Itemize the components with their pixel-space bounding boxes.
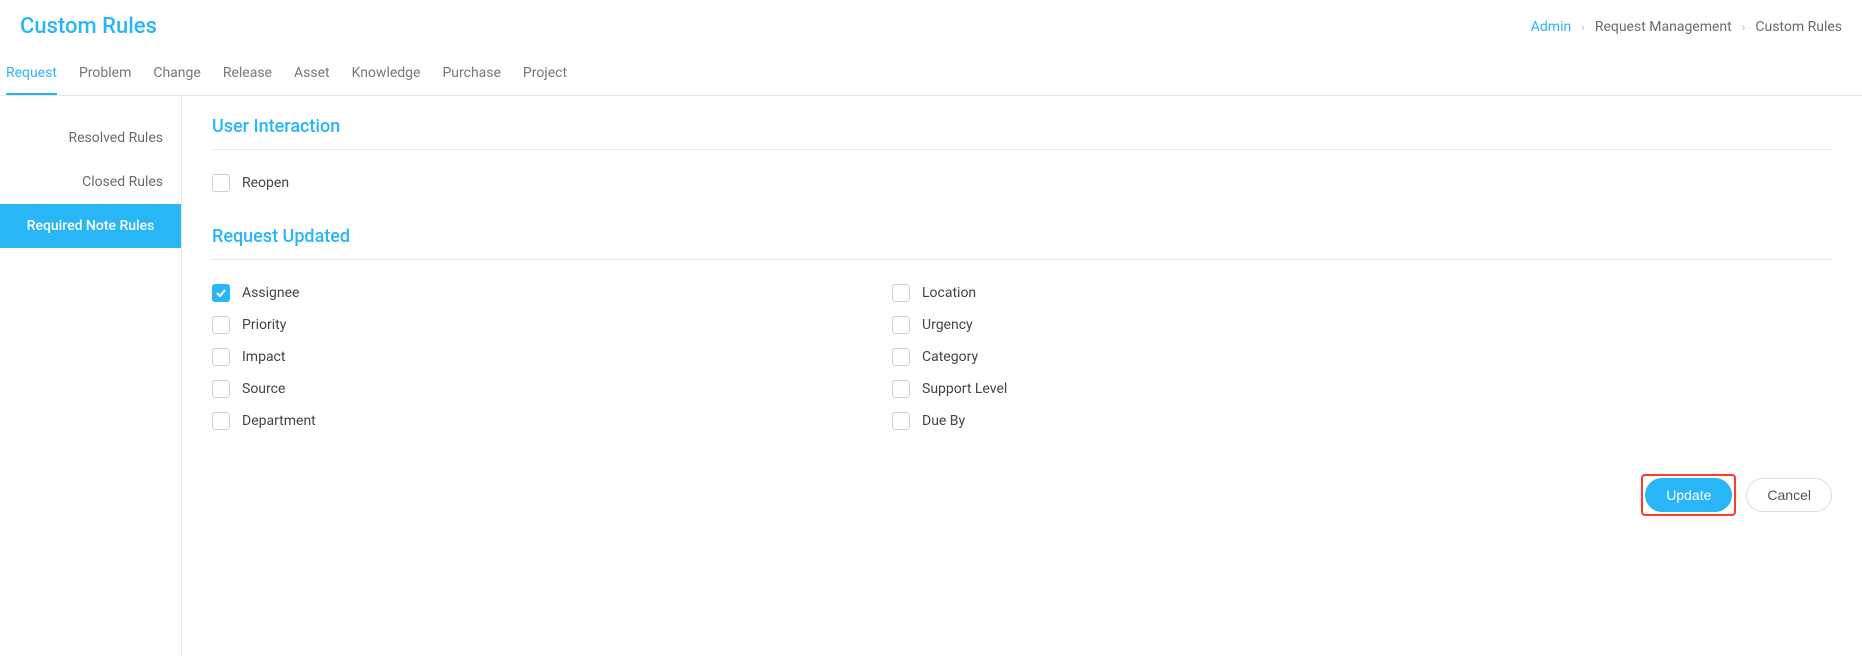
option-priority: Priority: [212, 316, 892, 334]
checkbox-reopen[interactable]: [212, 174, 230, 192]
tab-knowledge[interactable]: Knowledge: [352, 53, 421, 95]
option-label: Priority: [242, 317, 286, 333]
sidebar-item-closed-rules[interactable]: Closed Rules: [0, 160, 181, 204]
option-reopen: Reopen: [212, 174, 1832, 192]
sidebar-item-required-note-rules[interactable]: Required Note Rules: [0, 204, 181, 248]
chevron-right-icon: ›: [1742, 20, 1746, 34]
checkbox-assignee[interactable]: [212, 284, 230, 302]
divider: [212, 259, 1832, 260]
cancel-button[interactable]: Cancel: [1746, 478, 1832, 512]
checkbox-support-level[interactable]: [892, 380, 910, 398]
option-category: Category: [892, 348, 1572, 366]
tab-request[interactable]: Request: [6, 53, 57, 95]
main-layout: Resolved Rules Closed Rules Required Not…: [0, 96, 1862, 656]
checkbox-source[interactable]: [212, 380, 230, 398]
check-icon: [215, 287, 227, 299]
checkbox-urgency[interactable]: [892, 316, 910, 334]
tab-purchase[interactable]: Purchase: [442, 53, 500, 95]
breadcrumb: Admin › Request Management › Custom Rule…: [1531, 19, 1842, 35]
sidebar: Resolved Rules Closed Rules Required Not…: [0, 96, 182, 656]
section-title-user-interaction: User Interaction: [212, 116, 1832, 137]
chevron-right-icon: ›: [1581, 20, 1585, 34]
option-label: Source: [242, 381, 285, 397]
checkbox-category[interactable]: [892, 348, 910, 366]
breadcrumb-custom-rules: Custom Rules: [1755, 19, 1842, 35]
option-label: Assignee: [242, 285, 299, 301]
checkbox-department[interactable]: [212, 412, 230, 430]
checkbox-impact[interactable]: [212, 348, 230, 366]
option-urgency: Urgency: [892, 316, 1572, 334]
highlight-update: Update: [1641, 474, 1736, 516]
sidebar-item-resolved-rules[interactable]: Resolved Rules: [0, 116, 181, 160]
option-label: Due By: [922, 413, 965, 429]
option-support-level: Support Level: [892, 380, 1572, 398]
option-label: Impact: [242, 349, 285, 365]
option-department: Department: [212, 412, 892, 430]
options-grid: Assignee Priority Impact: [212, 284, 1832, 444]
tab-release[interactable]: Release: [223, 53, 272, 95]
option-label: Urgency: [922, 317, 973, 333]
tab-asset[interactable]: Asset: [294, 53, 330, 95]
option-label: Location: [922, 285, 976, 301]
divider: [212, 149, 1832, 150]
checkbox-location[interactable]: [892, 284, 910, 302]
option-location: Location: [892, 284, 1572, 302]
section-title-request-updated: Request Updated: [212, 226, 1832, 247]
tab-change[interactable]: Change: [153, 53, 200, 95]
module-tabs: Request Problem Change Release Asset Kno…: [0, 53, 1862, 96]
option-label: Category: [922, 349, 978, 365]
options-col-left: Assignee Priority Impact: [212, 284, 892, 444]
option-impact: Impact: [212, 348, 892, 366]
breadcrumb-admin[interactable]: Admin: [1531, 19, 1571, 35]
page-header: Custom Rules Admin › Request Management …: [0, 0, 1862, 53]
checkbox-priority[interactable]: [212, 316, 230, 334]
action-bar: Update Cancel: [212, 474, 1832, 516]
update-button[interactable]: Update: [1645, 478, 1732, 512]
options-col-right: Location Urgency Category: [892, 284, 1572, 444]
option-due-by: Due By: [892, 412, 1572, 430]
option-source: Source: [212, 380, 892, 398]
option-label: Reopen: [242, 175, 289, 191]
option-label: Support Level: [922, 381, 1007, 397]
tab-project[interactable]: Project: [523, 53, 567, 95]
option-label: Department: [242, 413, 316, 429]
tab-problem[interactable]: Problem: [79, 53, 131, 95]
page-title: Custom Rules: [20, 14, 157, 39]
breadcrumb-request-management[interactable]: Request Management: [1595, 19, 1732, 35]
checkbox-due-by[interactable]: [892, 412, 910, 430]
option-assignee: Assignee: [212, 284, 892, 302]
content-area: User Interaction Reopen Request Updated …: [182, 96, 1862, 656]
